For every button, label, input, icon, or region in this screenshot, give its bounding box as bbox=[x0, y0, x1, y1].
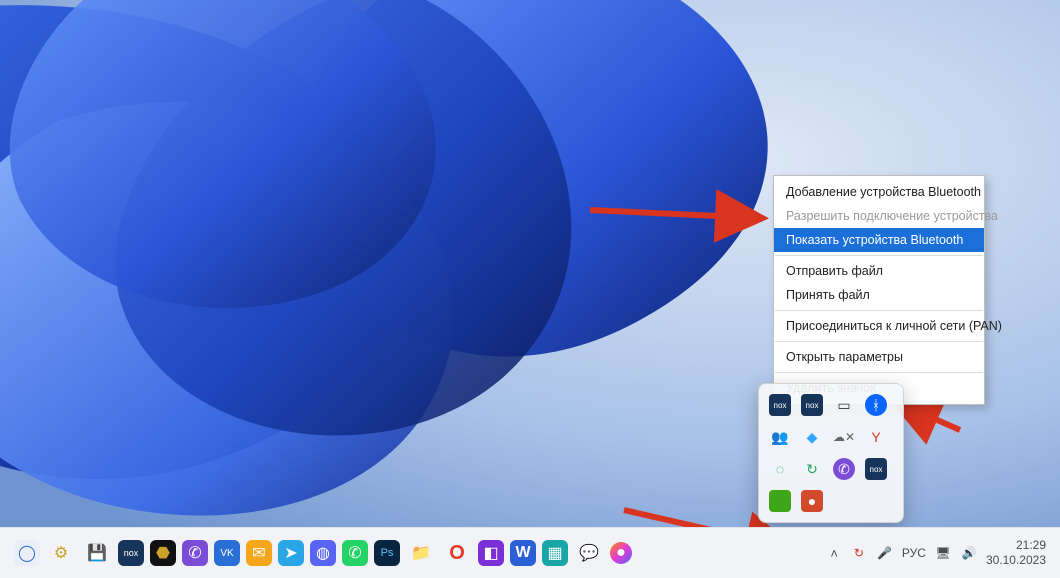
menu-item[interactable]: Отправить файл bbox=[774, 259, 984, 283]
clock-time: 21:29 bbox=[986, 538, 1046, 553]
folder-warn-icon[interactable]: 📁 bbox=[406, 538, 436, 568]
network-icon[interactable]: 🖥 bbox=[934, 544, 952, 562]
microphone-icon[interactable]: 🎤 bbox=[876, 544, 894, 562]
mail-icon[interactable]: ✉ bbox=[246, 540, 272, 566]
menu-separator bbox=[775, 341, 983, 342]
volume-icon[interactable]: 🔊 bbox=[960, 544, 978, 562]
menu-separator bbox=[775, 255, 983, 256]
menu-item[interactable]: Присоединиться к личной сети (PAN) bbox=[774, 314, 984, 338]
opera-icon[interactable]: O bbox=[442, 538, 472, 568]
save-disk-icon[interactable]: 💾 bbox=[82, 538, 112, 568]
teams-icon[interactable]: 👥 bbox=[767, 424, 793, 450]
menu-separator bbox=[775, 372, 983, 373]
antivirus-icon[interactable]: ◆ bbox=[799, 424, 825, 450]
menu-separator bbox=[775, 310, 983, 311]
app-purple-icon[interactable]: ◧ bbox=[478, 540, 504, 566]
viber-icon[interactable]: ✆ bbox=[833, 458, 855, 480]
telegram-icon[interactable]: ➤ bbox=[278, 540, 304, 566]
cube-dark-icon[interactable]: ⬣ bbox=[150, 540, 176, 566]
nox-app-icon[interactable]: nox bbox=[769, 394, 791, 416]
menu-item[interactable]: Принять файл bbox=[774, 283, 984, 307]
taskbar-apps: ◯⚙💾nox⬣✆VK✉➤◍✆Ps📁O◧W▦💬● bbox=[0, 538, 632, 568]
bluetooth-icon[interactable]: ᚼ bbox=[865, 394, 887, 416]
spinner-icon[interactable]: ◌ bbox=[767, 456, 793, 482]
tray-overflow-flyout: noxnox▭ᚼ👥◆☁✕Y◌↻✆nox▇● bbox=[758, 383, 904, 523]
photoshop-icon[interactable]: Ps bbox=[374, 540, 400, 566]
chat-bubble-icon[interactable]: 💬 bbox=[574, 538, 604, 568]
taskbar-systray: ˄ ↻ 🎤 РУС 🖥 🔊 21:29 30.10.2023 bbox=[826, 538, 1060, 568]
whatsapp-icon[interactable]: ✆ bbox=[342, 540, 368, 566]
vk-icon[interactable]: VK bbox=[214, 540, 240, 566]
record-icon[interactable]: ● bbox=[801, 490, 823, 512]
taskbar: ◯⚙💾nox⬣✆VK✉➤◍✆Ps📁O◧W▦💬● ˄ ↻ 🎤 РУС 🖥 🔊 21… bbox=[0, 527, 1060, 578]
nox-duplicate-icon[interactable]: nox bbox=[801, 394, 823, 416]
desktop: Добавление устройства BluetoothРазрешить… bbox=[0, 0, 1060, 578]
start-button[interactable]: ◯ bbox=[14, 540, 40, 566]
utility-1-icon[interactable]: ⚙ bbox=[46, 538, 76, 568]
gradient-app-icon[interactable]: ● bbox=[610, 542, 632, 564]
menu-item: Разрешить подключение устройства bbox=[774, 204, 984, 228]
nox-tray-icon[interactable]: nox bbox=[865, 458, 887, 480]
yandex-icon[interactable]: Y bbox=[863, 424, 889, 450]
updater-icon[interactable]: ↻ bbox=[799, 456, 825, 482]
nox-player-icon[interactable]: nox bbox=[118, 540, 144, 566]
app-teal-icon[interactable]: ▦ bbox=[542, 540, 568, 566]
nvidia-icon[interactable]: ▇ bbox=[769, 490, 791, 512]
clock-date: 30.10.2023 bbox=[986, 553, 1046, 568]
menu-item[interactable]: Открыть параметры bbox=[774, 345, 984, 369]
menu-item[interactable]: Добавление устройства Bluetooth bbox=[774, 180, 984, 204]
word-icon[interactable]: W bbox=[510, 540, 536, 566]
clock[interactable]: 21:29 30.10.2023 bbox=[986, 538, 1046, 568]
cloud-sync-icon[interactable]: ☁✕ bbox=[831, 424, 857, 450]
sync-icon[interactable]: ↻ bbox=[850, 544, 868, 562]
tray-overflow-chevron[interactable]: ˄ bbox=[826, 546, 842, 561]
bluetooth-context-menu: Добавление устройства BluetoothРазрешить… bbox=[773, 175, 985, 405]
menu-item[interactable]: Показать устройства Bluetooth bbox=[774, 228, 984, 252]
input-language[interactable]: РУС bbox=[902, 546, 926, 560]
phone-link-icon[interactable]: ▭ bbox=[831, 392, 857, 418]
viber-taskbar-icon[interactable]: ✆ bbox=[182, 540, 208, 566]
discord-icon[interactable]: ◍ bbox=[310, 540, 336, 566]
